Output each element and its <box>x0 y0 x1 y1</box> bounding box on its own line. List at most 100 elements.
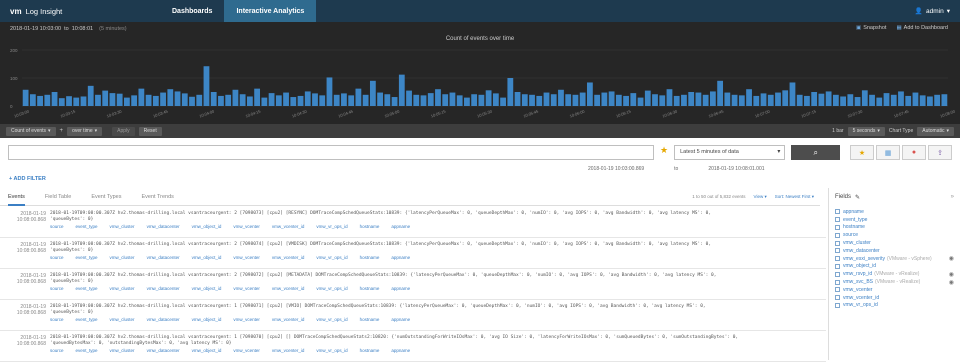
field-tag[interactable]: appname <box>391 348 410 353</box>
field-tag[interactable]: appname <box>391 317 410 322</box>
tab-dashboards[interactable]: Dashboards <box>160 0 224 22</box>
field-tag[interactable]: vmw_cluster <box>110 286 135 291</box>
field-item[interactable]: vmw_vcenter <box>835 286 954 294</box>
chart-bar[interactable] <box>507 78 514 106</box>
event-row[interactable]: 2018-01-19 10:08:00.868 2018-01-19T09:08… <box>0 207 826 238</box>
tab-field-table[interactable]: Field Table <box>45 194 72 205</box>
chart-bar[interactable] <box>543 92 550 106</box>
chart-bar[interactable] <box>232 89 239 106</box>
chart-bar[interactable] <box>854 97 861 106</box>
chart-bar[interactable] <box>478 94 485 106</box>
field-checkbox[interactable] <box>835 224 840 230</box>
chart-bar[interactable] <box>37 95 43 106</box>
aggregation-select[interactable]: Count of events ▾ <box>6 126 56 136</box>
field-tag[interactable]: hostname <box>360 224 380 229</box>
chart-bar[interactable] <box>471 94 478 106</box>
chart-bar[interactable] <box>767 94 774 106</box>
chart-bar[interactable] <box>681 94 687 106</box>
field-item[interactable]: vmw_object_id <box>835 263 954 271</box>
add-aggregation-button[interactable]: + <box>60 128 64 134</box>
export-icon[interactable]: ⇪ <box>928 145 952 160</box>
chart-bar[interactable] <box>261 97 268 106</box>
chart-bar[interactable] <box>464 97 470 106</box>
chart-bar[interactable] <box>869 94 875 106</box>
field-tag[interactable]: vmw_vr_ops_id <box>316 224 347 229</box>
field-item[interactable]: vmw_rsvp_id (VMware - vRealize) ◉ <box>835 270 954 278</box>
field-checkbox[interactable] <box>835 263 840 269</box>
chart-bar[interactable] <box>847 94 854 106</box>
chart-bar[interactable] <box>746 89 752 106</box>
chart-bar[interactable] <box>840 96 846 106</box>
chart-bar[interactable] <box>145 94 152 106</box>
chart-bar[interactable] <box>782 90 789 106</box>
chart-bar[interactable] <box>550 94 557 106</box>
chart-bar[interactable] <box>811 92 818 106</box>
chart-bar[interactable] <box>22 89 29 106</box>
field-tag[interactable]: hostname <box>360 286 380 291</box>
chart-bar[interactable] <box>738 95 745 106</box>
bucket-size-select[interactable]: 5 seconds ▾ <box>847 126 885 136</box>
chart-bar[interactable] <box>435 89 441 106</box>
field-tag[interactable]: source <box>50 286 64 291</box>
chart-bar[interactable] <box>66 96 72 106</box>
chart-bar[interactable] <box>709 91 716 106</box>
field-tag[interactable]: vmw_datacenter <box>147 224 180 229</box>
reset-button[interactable]: Reset <box>138 126 162 136</box>
chart-bar[interactable] <box>456 95 463 106</box>
snapshot-button[interactable]: ▣ Snapshot <box>856 25 886 31</box>
chart-bar[interactable] <box>558 89 564 106</box>
field-checkbox[interactable] <box>835 256 840 262</box>
search-button[interactable]: ⌕ <box>791 145 840 160</box>
field-item[interactable]: vmw_cluster <box>835 239 954 247</box>
chart-bar[interactable] <box>659 95 666 106</box>
chart-bar[interactable] <box>666 89 673 106</box>
chart-bar[interactable] <box>702 94 709 106</box>
field-tag[interactable]: vmw_datacenter <box>147 348 180 353</box>
field-tag[interactable]: vmw_vcenter <box>233 348 260 353</box>
chart-bar[interactable] <box>883 93 890 106</box>
chart-bar[interactable] <box>283 92 289 106</box>
chart-bar[interactable] <box>80 96 87 106</box>
chart-bar[interactable] <box>304 91 311 106</box>
chart-bar[interactable] <box>218 95 224 106</box>
chart-bar[interactable] <box>861 90 868 106</box>
event-row[interactable]: 2018-01-19 10:08:00.868 2018-01-19T09:08… <box>0 300 826 331</box>
chart-bar[interactable] <box>124 97 130 106</box>
favorites-icon[interactable]: ★ <box>850 145 874 160</box>
field-tag[interactable]: vmw_cluster <box>110 317 135 322</box>
chart-bar[interactable] <box>275 95 282 106</box>
event-row[interactable]: 2018-01-19 10:08:00.868 2018-01-19T09:08… <box>0 269 826 300</box>
chart-bar[interactable] <box>775 92 781 106</box>
chart-bar[interactable] <box>652 94 658 106</box>
field-tag[interactable]: source <box>50 317 64 322</box>
field-tag[interactable]: vmw_vr_ops_id <box>316 255 347 260</box>
chart-bar[interactable] <box>615 94 622 106</box>
chart-bar[interactable] <box>934 94 941 106</box>
chart-bar[interactable] <box>695 92 702 106</box>
field-checkbox[interactable] <box>835 209 840 215</box>
chart-bar[interactable] <box>189 96 195 106</box>
field-tag[interactable]: vmw_object_id <box>192 317 222 322</box>
chart-bar[interactable] <box>109 93 116 106</box>
chart-bar[interactable] <box>890 94 897 106</box>
field-checkbox[interactable] <box>835 287 840 293</box>
app-logo[interactable]: vm Log Insight <box>0 7 160 16</box>
chart-bar[interactable] <box>442 94 449 106</box>
eye-icon[interactable]: ◉ <box>949 279 954 286</box>
chart-bar[interactable] <box>131 95 138 106</box>
chart-bar[interactable] <box>919 95 926 106</box>
chart-bar[interactable] <box>225 94 232 106</box>
chart-bar[interactable] <box>818 93 825 106</box>
eye-icon[interactable]: ◉ <box>949 271 954 278</box>
chart-bar[interactable] <box>268 93 275 106</box>
field-tag[interactable]: appname <box>391 224 410 229</box>
field-item[interactable]: vmw_esxi_severity (VMware - vSphere) ◉ <box>835 255 954 263</box>
search-input[interactable] <box>8 145 655 160</box>
chart-bar[interactable] <box>825 91 832 106</box>
chart-bar[interactable] <box>362 94 369 106</box>
field-tag[interactable]: event_type <box>76 224 98 229</box>
chart-bar[interactable] <box>492 93 499 106</box>
chart-bar[interactable] <box>102 90 109 106</box>
chart-bar[interactable] <box>319 95 326 106</box>
field-tag[interactable]: event_type <box>76 348 98 353</box>
